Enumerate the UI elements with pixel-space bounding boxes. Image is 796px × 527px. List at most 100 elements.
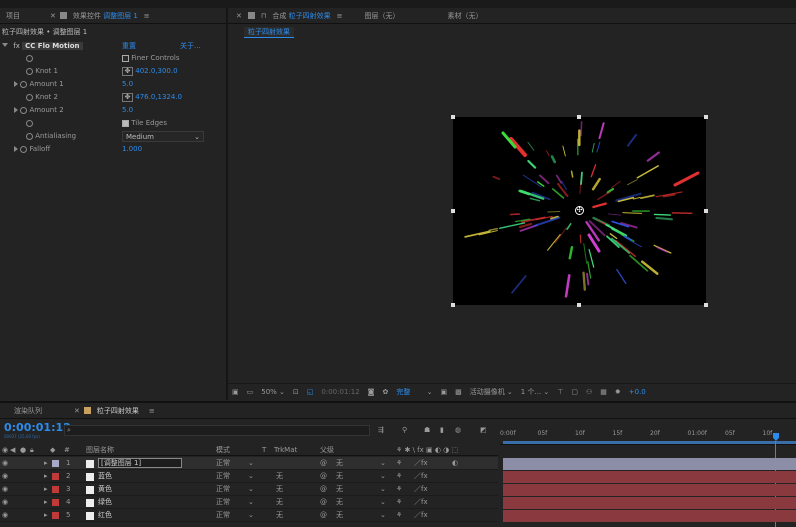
shy-switch-icon[interactable]: ⚘	[396, 459, 402, 467]
layer-duration-bar[interactable]	[503, 471, 796, 483]
layer-duration-bar[interactable]	[503, 497, 796, 509]
layer-row[interactable]: ◉▸1[调整图层 1]正常⌄@无⌄⚘／fx◐	[0, 457, 498, 470]
transform-handle[interactable]	[577, 303, 581, 307]
transparency-grid-icon[interactable]: ▩	[455, 388, 462, 396]
transform-handle[interactable]	[704, 115, 708, 119]
knot1-value[interactable]: 402.0,300.0	[135, 67, 177, 75]
label-color-icon[interactable]	[52, 499, 59, 506]
transform-handle[interactable]	[704, 303, 708, 307]
layer-row[interactable]: ◉▸2蓝色正常⌄无@无⌄⚘／fx	[0, 470, 498, 483]
roi-icon[interactable]: ▣	[440, 388, 447, 396]
expand-arrow-icon[interactable]: ▸	[44, 472, 48, 480]
stopwatch-icon[interactable]	[26, 55, 33, 62]
fx-switch-icon[interactable]: ／fx	[414, 498, 428, 506]
stopwatch-icon[interactable]	[20, 81, 27, 88]
layer-name[interactable]: 黄色	[98, 485, 112, 493]
expand-arrow-icon[interactable]	[14, 81, 18, 87]
expand-arrow-icon[interactable]: ▸	[44, 511, 48, 519]
fx-switch-icon[interactable]: ／fx	[414, 459, 428, 467]
stopwatch-icon[interactable]	[20, 146, 27, 153]
chevron-down-icon[interactable]: ⌄	[380, 498, 386, 506]
tab-effects-controls[interactable]: 效果控件 调整图层 1	[73, 11, 138, 21]
chevron-down-icon[interactable]: ⌄	[380, 472, 386, 480]
expand-effect-icon[interactable]	[2, 43, 8, 50]
transform-handle[interactable]	[451, 115, 455, 119]
layer-name[interactable]: 绿色	[98, 498, 112, 506]
shy-switch-icon[interactable]: ⚘	[396, 498, 402, 506]
eye-icon[interactable]: ◉	[2, 498, 8, 506]
camera-snapshot-icon[interactable]: ◙	[368, 388, 375, 396]
label-color-icon[interactable]	[52, 473, 59, 480]
menu-icon[interactable]: ≡	[144, 12, 150, 20]
layer-row[interactable]: ◉▸3黄色正常⌄无@无⌄⚘／fx	[0, 483, 498, 496]
monitor-icon[interactable]: ▭	[247, 388, 254, 396]
shy-icon[interactable]: ☗	[424, 426, 430, 434]
label-color-icon[interactable]	[52, 460, 59, 467]
close-icon[interactable]: ✕	[74, 407, 80, 415]
camera-dropdown[interactable]: 活动摄像机 ⌄	[470, 387, 513, 397]
mode-dropdown[interactable]: 正常	[216, 511, 230, 519]
transform-handle[interactable]	[451, 303, 455, 307]
mode-dropdown[interactable]: 正常	[216, 498, 230, 506]
parent-dropdown[interactable]: 无	[336, 472, 343, 480]
amount1-value[interactable]: 5.0	[122, 78, 133, 90]
fx-switch-icon[interactable]: ／fx	[414, 511, 428, 519]
parent-dropdown[interactable]: 无	[336, 511, 343, 519]
crosshair-icon[interactable]: ✥	[122, 93, 133, 102]
label-color-icon[interactable]	[52, 512, 59, 519]
stopwatch-icon[interactable]	[26, 94, 33, 101]
frame-blend-icon[interactable]: ▮	[440, 426, 444, 434]
tile-edges-checkbox[interactable]	[122, 120, 129, 127]
tab-render-queue[interactable]: 渲染队列	[14, 406, 42, 416]
eye-icon[interactable]: ◉	[2, 511, 8, 519]
time-ruler[interactable]: 0:00f05f10f15f20f01:00f05f10f15f	[500, 427, 796, 445]
motion-blur-icon[interactable]: ◍	[455, 426, 461, 434]
antialiasing-dropdown[interactable]: Medium⌄	[122, 131, 204, 142]
crosshair-icon[interactable]: ✥	[122, 67, 133, 76]
shy-switch-icon[interactable]: ⚘	[396, 472, 402, 480]
zoom-dropdown[interactable]: 50% ⌄	[261, 388, 285, 396]
shy-switch-icon[interactable]: ⚘	[396, 485, 402, 493]
transform-handle[interactable]	[704, 209, 708, 213]
header-layer-name[interactable]: 图层名称	[86, 445, 114, 456]
header-mode[interactable]: 模式	[216, 445, 230, 456]
region-icon[interactable]: ▣	[232, 388, 239, 396]
fx-switch-icon[interactable]: ／fx	[414, 472, 428, 480]
render-icon[interactable]: ▢	[571, 388, 578, 396]
tab-timeline-comp[interactable]: 粒子四射效果	[97, 406, 139, 416]
transform-handle[interactable]	[577, 115, 581, 119]
expand-arrow-icon[interactable]	[14, 146, 18, 152]
mode-dropdown[interactable]: 正常	[216, 472, 230, 480]
eye-icon[interactable]: ◉	[2, 485, 8, 493]
chevron-down-icon[interactable]: ⌄	[248, 498, 254, 506]
chevron-down-icon[interactable]: ⌄	[248, 485, 254, 493]
flowchart-icon[interactable]: ⚇	[586, 388, 592, 396]
comp-subtab[interactable]: 粒子四射效果	[244, 27, 294, 38]
stopwatch-icon[interactable]	[26, 68, 33, 75]
layer-duration-bar[interactable]	[503, 484, 796, 496]
chevron-down-icon[interactable]: ⌄	[248, 511, 254, 519]
graph-editor-icon[interactable]: ◩	[480, 426, 487, 434]
expand-arrow-icon[interactable]: ▸	[44, 485, 48, 493]
trkmat-dropdown[interactable]: 无	[276, 485, 283, 493]
chevron-down-icon[interactable]: ⌄	[380, 459, 386, 467]
shy-switch-icon[interactable]: ⚘	[396, 511, 402, 519]
menu-icon[interactable]: ≡	[337, 12, 343, 20]
about-link[interactable]: 关于...	[180, 40, 201, 52]
effect-name[interactable]: CC Flo Motion	[22, 42, 82, 50]
pickwhip-icon[interactable]: @	[320, 472, 327, 480]
work-area-bar[interactable]	[503, 441, 796, 444]
layer-duration-bar[interactable]	[503, 510, 796, 522]
lock-icon[interactable]: ⊓	[261, 12, 266, 20]
pickwhip-icon[interactable]: @	[320, 511, 327, 519]
pickwhip-icon[interactable]: @	[320, 498, 327, 506]
exposure-icon[interactable]: ✹	[615, 388, 621, 396]
viewer-timecode[interactable]: 0:00:01:12	[321, 388, 359, 396]
close-icon[interactable]: ✕	[236, 12, 242, 20]
layer-name[interactable]: 蓝色	[98, 472, 112, 480]
expand-arrow-icon[interactable]	[14, 107, 18, 113]
tab-composition[interactable]: 合成 粒子四射效果	[272, 11, 330, 21]
chevron-down-icon[interactable]: ⌄	[380, 485, 386, 493]
color-icon[interactable]: ✿	[382, 388, 388, 396]
pickwhip-icon[interactable]: @	[320, 485, 327, 493]
